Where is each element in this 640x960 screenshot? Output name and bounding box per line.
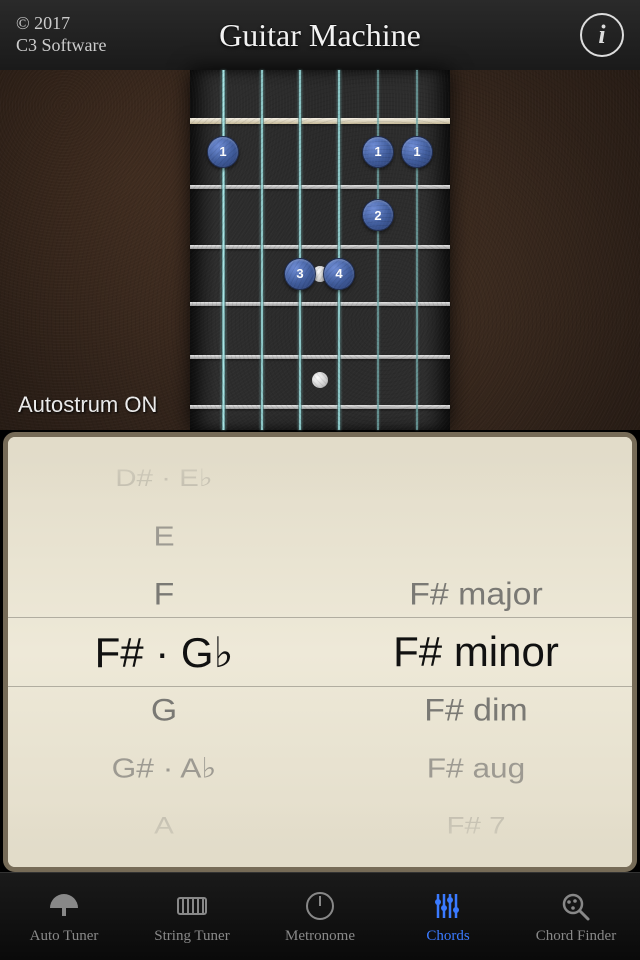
fretboard[interactable]: 111234 (190, 70, 450, 430)
copyright-company: C3 Software (16, 35, 106, 57)
chord-pickers: D D# · E♭ EFF# · G♭GG# · A♭ A F# majorF# mi… (3, 432, 637, 872)
string-1[interactable] (221, 70, 226, 430)
chord-quality-option[interactable]: F# dim (320, 683, 632, 738)
tab-label: Auto Tuner (30, 928, 99, 945)
root-note-option[interactable]: G# · A♭ (8, 742, 320, 793)
chord-quality-option[interactable]: F# aug (320, 742, 632, 793)
finger-dot-3-s3: 3 (284, 258, 316, 290)
fret-1 (190, 185, 450, 189)
chord-quality-option[interactable]: F# major (320, 567, 632, 622)
root-note-option[interactable]: F# · G♭ (8, 623, 320, 681)
root-note-option[interactable]: A (8, 802, 320, 850)
fret-3 (190, 302, 450, 306)
tab-label: Chord Finder (536, 928, 616, 945)
copyright-year: © 2017 (16, 13, 106, 35)
tab-label: Chords (426, 928, 469, 945)
finger-dot-2-s5: 2 (362, 199, 394, 231)
finger-dot-4-s4: 4 (323, 258, 355, 290)
root-note-option[interactable]: E (8, 510, 320, 561)
fret-4 (190, 355, 450, 359)
tab-label: String Tuner (154, 928, 229, 945)
header: © 2017 C3 Software Guitar Machine i (0, 0, 640, 70)
tab-label: Metronome (285, 928, 355, 945)
chord-quality-picker[interactable]: F# majorF# minorF# dimF# augF# 7F# maj7 (320, 437, 632, 867)
auto-tuner-icon (44, 888, 84, 924)
string-tuner-icon (172, 888, 212, 924)
tab-metronome[interactable]: Metronome (256, 873, 384, 960)
root-note-option[interactable]: D# · E♭ (8, 454, 320, 502)
string-6[interactable] (416, 70, 418, 430)
fretboard-panel: 111234 Autostrum ON (0, 70, 640, 430)
chords-icon (428, 888, 468, 924)
chord-quality-option[interactable]: F# maj7 (320, 862, 632, 872)
tab-auto-tuner[interactable]: Auto Tuner (0, 873, 128, 960)
finger-dot-1-s1: 1 (207, 136, 239, 168)
fret-2 (190, 245, 450, 249)
string-5[interactable] (377, 70, 380, 430)
metronome-icon (300, 888, 340, 924)
string-2[interactable] (260, 70, 264, 430)
finger-dot-1-s6: 1 (401, 136, 433, 168)
tab-chord-finder[interactable]: Chord Finder (512, 873, 640, 960)
fret-5 (190, 405, 450, 409)
tab-string-tuner[interactable]: String Tuner (128, 873, 256, 960)
tab-bar: Auto Tuner String Tuner Metronome Chords Cho… (0, 872, 640, 960)
copyright: © 2017 C3 Software (16, 13, 106, 56)
root-note-picker[interactable]: DD# · E♭EFF# · G♭GG# · A♭A (8, 437, 320, 867)
tab-chords[interactable]: Chords (384, 873, 512, 960)
root-note-option[interactable]: D (8, 432, 320, 442)
nut (190, 118, 450, 124)
chord-quality-option[interactable]: F# 7 (320, 802, 632, 850)
string-3[interactable] (298, 70, 302, 430)
info-button[interactable]: i (580, 13, 624, 57)
finger-dot-1-s5: 1 (362, 136, 394, 168)
chord-finder-icon (556, 888, 596, 924)
root-note-option[interactable]: G (8, 683, 320, 738)
fret-marker-5 (312, 372, 328, 388)
autostrum-toggle[interactable]: Autostrum ON (18, 392, 157, 418)
chord-quality-option[interactable]: F# minor (320, 623, 632, 681)
root-note-option[interactable]: F (8, 567, 320, 622)
string-4[interactable] (337, 70, 340, 430)
fret-marker-3 (312, 266, 328, 282)
